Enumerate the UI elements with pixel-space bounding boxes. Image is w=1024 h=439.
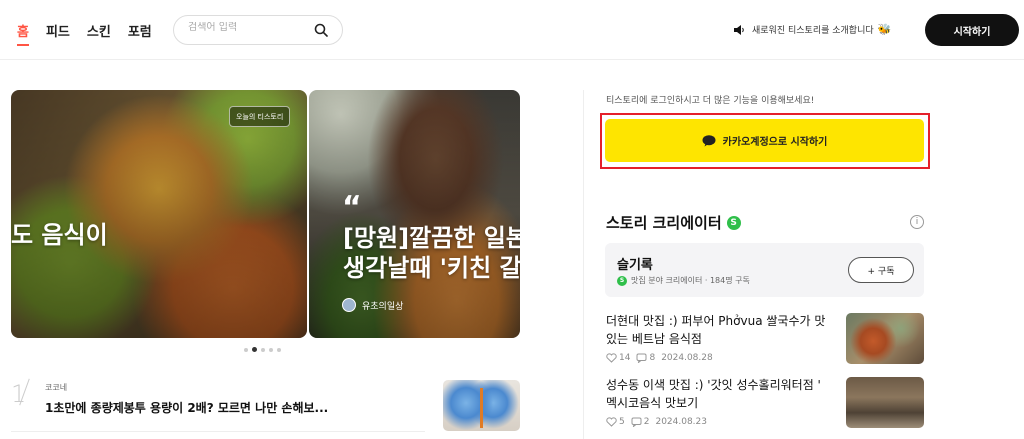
start-button[interactable]: 시작하기 [925,14,1019,46]
like-count: 14 [619,353,631,363]
post-title[interactable]: 더현대 맛집 :) 퍼부어 Phởvua 쌀국수가 맛있는 베트남 음식점 [606,312,831,348]
notice-text: 새로워진 티스토리를 소개합니다 [752,26,874,36]
rank-thumbnail[interactable] [443,380,520,431]
carousel-dots [244,347,281,352]
creator-meta: S 맛집 분야 크리에이터 · 184명 구독 [617,275,750,286]
thumb-detail [480,388,483,428]
login-hint: 티스토리에 로그인하시고 더 많은 기능을 이용해보세요! [606,96,815,106]
carousel-slide[interactable]: “ [망원]깔끔한 일본 생각날때 '키친 갈마 유초의일상 [309,90,520,338]
quote-mark: “ [342,190,362,225]
comment-icon [636,353,647,363]
carousel-dot[interactable] [269,347,273,352]
nav-home[interactable]: 홈 [17,21,29,46]
section-title: 스토리 크리에이터 [606,214,722,232]
comment-count: 8 [649,353,656,363]
creator-post[interactable]: 성수동 이색 맛집 :) '갓잇 성수홀리워터점 ' 멕시코음식 맛보기 5 2… [606,376,924,438]
slide-title-line: 생각날때 '키친 갈마 [343,254,520,282]
creator-meta-text: 맛집 분야 크리에이터 · 184명 구독 [631,276,750,285]
author-name: 유초의일상 [362,301,404,312]
post-meta: 5 2 2024.08.23 [606,417,707,427]
like-count: 5 [619,417,625,427]
carousel-slide[interactable]: 도 음식이 오늘의 티스토리 [11,90,307,338]
creator-card[interactable]: 슬기록 S 맛집 분야 크리에이터 · 184명 구독 + 구독 [605,243,924,297]
slide-title-line: [망원]깔끔한 일본 [343,224,520,252]
creator-badge-icon: S [726,215,741,230]
chat-bubble-icon [702,134,716,146]
post-title[interactable]: 성수동 이색 맛집 :) '갓잇 성수홀리워터점 ' 멕시코음식 맛보기 [606,376,831,412]
carousel-dot[interactable] [277,347,281,352]
nav-forum[interactable]: 포럼 [128,21,152,46]
post-thumbnail[interactable] [846,313,924,364]
slide-author[interactable]: 유초의일상 [342,298,403,312]
creator-badge-icon: S [617,275,627,286]
kakao-login-label: 카카오계정으로 시작하기 [722,137,828,148]
post-thumbnail[interactable] [846,377,924,428]
notice-link[interactable]: 새로워진 티스토리를 소개합니다 🐝 [733,23,891,36]
ranked-post[interactable]: 1 코코네 1초만에 종량제봉투 용량이 2배? 모르면 나만 손해보... [11,378,425,432]
featured-carousel[interactable]: 도 음식이 오늘의 티스토리 “ [망원]깔끔한 일본 생각날때 '키친 갈마 … [11,90,520,338]
comment-count: 2 [643,417,650,427]
creator-name[interactable]: 슬기록 [617,254,653,273]
avatar [342,298,356,312]
today-tistory-badge[interactable]: 오늘의 티스토리 [229,106,291,127]
nav-skin[interactable]: 스킨 [87,21,111,46]
slide-title: [망원]깔끔한 일본 생각날때 '키친 갈마 [343,223,520,283]
search-box[interactable] [173,15,343,45]
bee-icon: 🐝 [877,23,892,36]
post-meta: 14 8 2024.08.28 [606,353,713,363]
creator-post[interactable]: 더현대 맛집 :) 퍼부어 Phởvua 쌀국수가 맛있는 베트남 음식점 14… [606,312,924,374]
carousel-dot[interactable] [244,347,248,352]
speaker-icon [734,24,744,35]
search-input[interactable] [188,22,308,33]
comment-icon [631,417,642,427]
post-date: 2024.08.28 [661,353,713,363]
carousel-dot[interactable] [261,347,265,352]
top-header: 홈 피드 스킨 포럼 새로워진 티스토리를 소개합니다 🐝 시작하기 [0,0,1024,60]
story-creator-heading: 스토리 크리에이터 S [606,212,741,233]
search-icon[interactable] [314,23,328,37]
nav-feed[interactable]: 피드 [46,21,70,46]
post-date: 2024.08.23 [655,417,707,427]
column-divider [583,90,584,439]
slide-title: 도 음식이 [11,221,108,249]
carousel-dot-active[interactable] [252,347,257,352]
kakao-login-button[interactable]: 카카오계정으로 시작하기 [605,119,924,162]
main-nav: 홈 피드 스킨 포럼 [17,21,169,46]
info-icon[interactable]: i [910,215,924,229]
rank-title[interactable]: 1초만에 종량제봉투 용량이 2배? 모르면 나만 손해보... [45,399,328,416]
slide-overlay [11,90,307,338]
heart-icon [606,417,617,427]
slide-overlay [309,90,520,338]
subscribe-button[interactable]: + 구독 [848,257,914,283]
heart-icon [606,353,617,363]
rank-source: 코코네 [45,383,68,392]
